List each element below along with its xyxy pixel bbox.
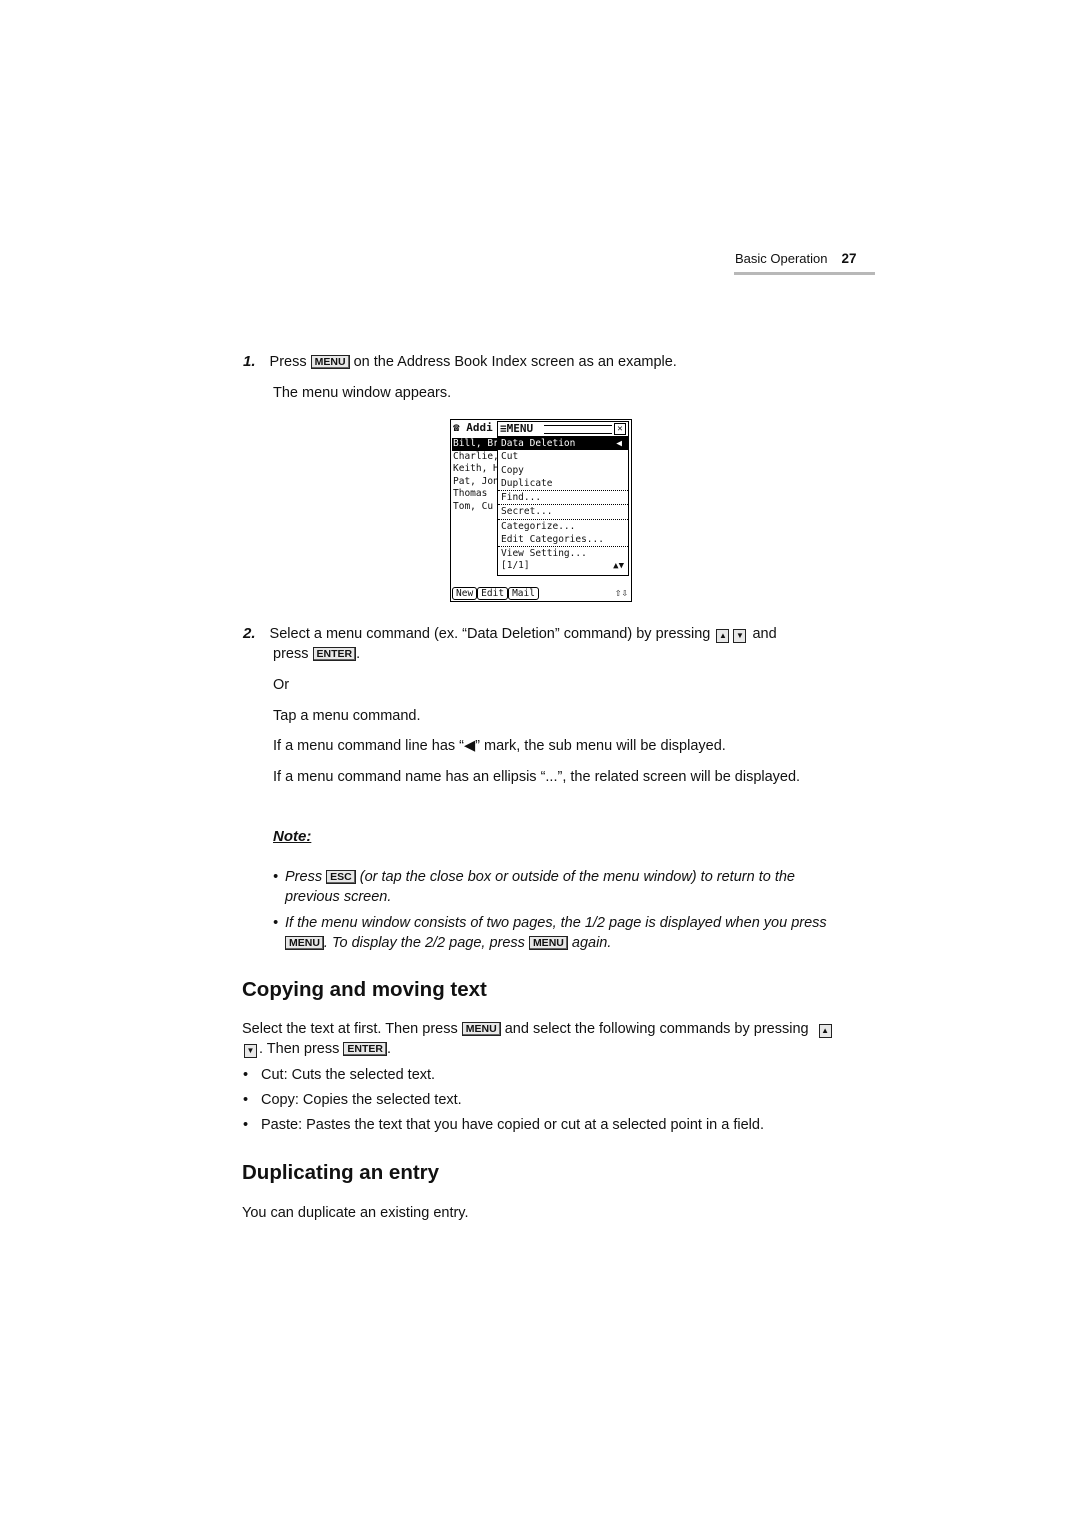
list-item: Cut: Cuts the selected text. [243,1065,843,1085]
header-rule [734,272,875,275]
step-text: and [752,626,777,642]
duplicating-heading: Duplicating an entry [242,1161,440,1184]
address-list: Bill, Bro Charlie, Keith, H. Pat, Jon Th… [452,438,498,513]
titlebar-lines [544,425,612,434]
device-screenshot: ☎ Addi Bill, Bro Charlie, Keith, H. Pat,… [450,419,632,602]
menu-item-copy[interactable]: Copy [498,464,628,477]
page-arrows-icon[interactable]: ▲▼ [613,561,624,571]
up-key-icon: ▲ [716,629,730,643]
duplicating-text: You can duplicate an existing entry. [242,1205,469,1221]
menu-window: ≡MENU ✕ Data Deletion ◀ Cut Copy Duplicat… [497,421,629,576]
list-item[interactable]: Charlie, [452,451,498,464]
list-item: Copy: Copies the selected text. [243,1090,843,1110]
menu-item-edit-categories[interactable]: Edit Categories... [498,533,628,548]
note-item: Press ESC (or tap the close box or outsi… [273,867,843,907]
menu-key-icon: MENU [528,936,568,950]
or-text: Or [273,677,290,693]
step-2: 2. Select a menu command (ex. “Data Dele… [243,624,843,644]
menu-key-icon: MENU [310,355,350,369]
down-key-icon: ▼ [244,1044,257,1058]
list-item[interactable]: Bill, Bro [452,438,498,451]
menu-item-categorize[interactable]: Categorize... [498,520,628,533]
ellipsis-info: If a menu command name has an ellipsis “… [273,769,801,785]
copying-list: Cut: Cuts the selected text. Copy: Copie… [243,1065,843,1135]
menu-item-view-setting[interactable]: View Setting... [498,547,628,560]
submenu-arrow-icon: ◀ [616,438,622,449]
menu-title: ≡MENU [500,422,534,435]
tap-text: Tap a menu command. [273,708,421,724]
menu-item-data-deletion[interactable]: Data Deletion ◀ [498,437,628,451]
note-label: Note: [273,828,312,845]
step-text: Press [269,354,307,370]
menu-key-icon: MENU [461,1022,501,1036]
menu-item-find[interactable]: Find... [498,491,628,506]
submenu-mark-icon: ◀ [464,738,476,754]
page-number: 27 [841,251,857,266]
step-1: 1. Press MENU on the Address Book Index … [243,352,843,372]
step-text: Select a menu command (ex. “Data Deletio… [269,626,711,642]
submenu-info: If a menu command line has “◀” mark, the… [273,738,726,754]
menu-item-duplicate[interactable]: Duplicate [498,477,628,492]
menu-item-cut[interactable]: Cut [498,450,628,463]
enter-key-icon: ENTER [312,647,357,661]
running-header: Basic Operation 27 [735,251,857,266]
list-item[interactable]: Keith, H. [452,463,498,476]
mail-button[interactable]: Mail [508,587,539,600]
copying-heading: Copying and moving text [242,978,487,1001]
down-key-icon: ▼ [733,629,747,643]
esc-key-icon: ESC [326,870,356,884]
step-text: on the Address Book Index screen as an e… [353,354,677,370]
menu-item-secret[interactable]: Secret... [498,505,628,520]
device-button-bar: New Edit Mail [452,587,539,600]
list-item: Paste: Pastes the text that you have cop… [243,1115,843,1135]
list-item[interactable]: Tom, Cu [452,501,498,514]
scroll-arrows-icon[interactable]: ⇧⇩ [615,586,628,599]
enter-key-icon: ENTER [343,1042,387,1056]
close-icon[interactable]: ✕ [614,423,626,435]
note-item: If the menu window consists of two pages… [273,913,843,953]
step-number: 1. [243,353,256,370]
menu-titlebar: ≡MENU ✕ [498,422,628,437]
page-indicator: [1/1] [501,560,530,571]
edit-button[interactable]: Edit [477,587,509,600]
list-item[interactable]: Pat, Jon [452,476,498,489]
app-title: ☎ Addi [453,421,493,434]
step-number: 2. [243,625,256,642]
step-2-line2: press ENTER. [273,646,361,662]
list-item[interactable]: Thomas [452,488,498,501]
note-list: Press ESC (or tap the close box or outsi… [273,867,843,953]
new-button[interactable]: New [452,587,478,600]
step-1-result: The menu window appears. [273,385,452,401]
menu-key-icon: MENU [285,936,324,950]
up-key-icon: ▲ [818,1024,832,1038]
copying-intro: Select the text at first. Then press MEN… [242,1019,842,1059]
section-title: Basic Operation [735,251,828,266]
